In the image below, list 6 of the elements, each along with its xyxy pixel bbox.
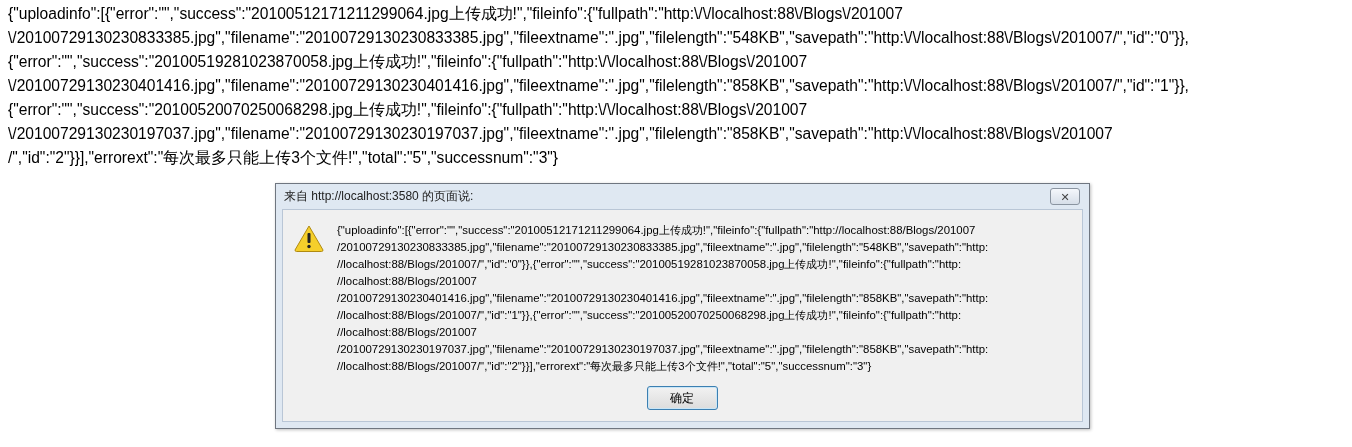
close-button[interactable]: ✕	[1050, 188, 1080, 205]
alert-message: {"uploadinfo":[{"error":"","success":"20100512171211299064.jpg上传成功!","fileinfo":{"fullpath":"http://localhost:88/Blogs/201007 /20100729130230833385.jpg","filename":"20100729130230833385.jpg","fileextname":".jpg","filelength":"548KB","savepath":"http: //localhost:88/Blogs/201007/","id":"0"}},{"error":"","success":"20100519281023870058.jpg上传成功!","fileinfo":{"fullpath":"http: //localhost:88/Blogs/201007 /20100729130230401416.jpg","filename":"20100729130230401416.jpg","fileextname":".jpg","filelength":"858KB","savepath":"http: //localhost:88/Blogs/201007/","id":"1"}},{"error":"","success":"20100520070250068298.jpg上传成功!","fileinfo":{"fullpath":"http: //localhost:88/Blogs/201007 /20100729130230197037.jpg","filename":"20100729130230197037.jpg","fileextname":".jpg","filelength":"858KB","savepath":"http: //localhost:88/Blogs/201007/","id":"2"}}],"errorext":"每次最多只能上传3个文件!","total":"5","successnum":"3"}	[337, 223, 989, 374]
warning-icon	[294, 225, 324, 252]
json-response-text: {"uploadinfo":[{"error":"","success":"20100512171211299064.jpg上传成功!","fileinfo":{"fullpath":"http:\/\/localhost:88\/Blogs\/201007 \/20100729130230833385.jpg","filename":"20100729130230833385.jpg","fileextname":".jpg","filelength":"548KB","savepath":"http:\/\/localhost:88\/Blogs\/201007/","id":"0"}}, {"error":"","success":"20100519281023870058.jpg上传成功!","fileinfo":{"fullpath":"http:\/\/localhost:88\/Blogs\/201007 \/20100729130230401416.jpg","filename":"20100729130230401416.jpg","fileextname":".jpg","filelength":"858KB","savepath":"http:\/\/localhost:88\/Blogs\/201007/","id":"1"}}, {"error":"","success":"20100520070250068298.jpg上传成功!","fileinfo":{"fullpath":"http:\/\/localhost:88\/Blogs\/201007 \/20100729130230197037.jpg","filename":"20100729130230197037.jpg","fileextname":".jpg","filelength":"858KB","savepath":"http:\/\/localhost:88\/Blogs\/201007 /","id":"2"}}],"errorext":"每次最多只能上传3个文件!","total":"5","successnum":"3"}	[8, 4, 1190, 168]
ok-button[interactable]: 确定	[646, 386, 718, 410]
dialog-title: 来自 http://localhost:3580 的页面说:	[283, 188, 474, 205]
